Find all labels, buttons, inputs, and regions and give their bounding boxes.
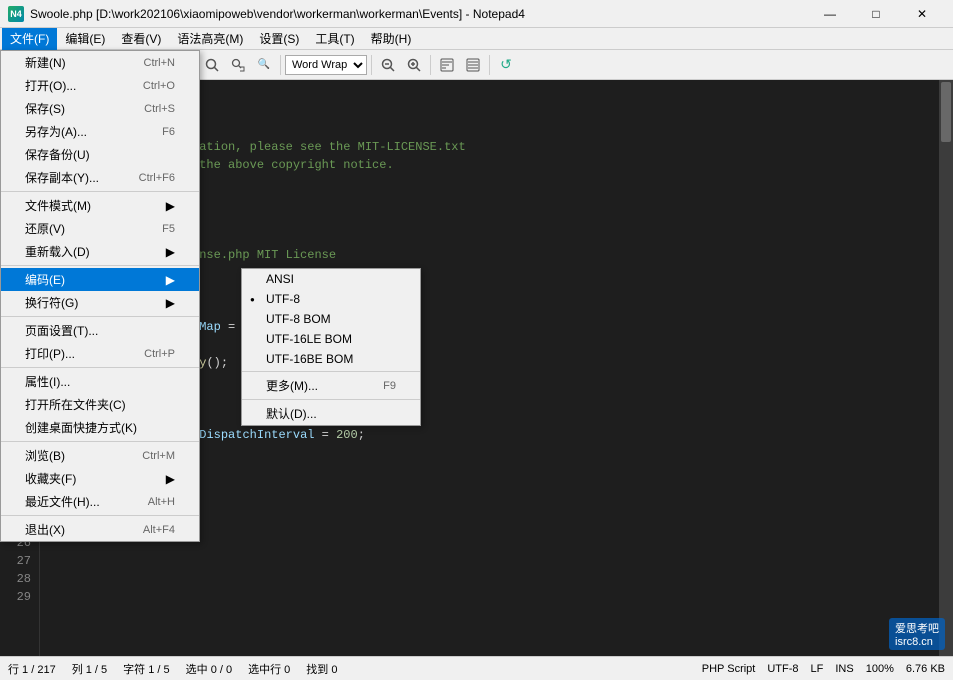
find-button[interactable] (200, 53, 224, 77)
close-button[interactable]: ✕ (899, 0, 945, 28)
minimize-button[interactable]: — (807, 0, 853, 28)
status-mode: INS (835, 663, 853, 675)
menu-bar: 文件(F) 编辑(E) 查看(V) 语法高亮(M) 设置(S) 工具(T) 帮助… (0, 28, 953, 50)
menu-lineending[interactable]: 换行符(G) ▶ (1, 291, 199, 314)
menu-filemode[interactable]: 文件模式(M) ▶ (1, 194, 199, 217)
menu-favorites[interactable]: 收藏夹(F) ▶ (1, 467, 199, 490)
menu-syntax[interactable]: 语法高亮(M) (169, 28, 251, 50)
menu-save[interactable]: 保存(S) Ctrl+S (1, 97, 199, 120)
status-column: 列 1 / 5 (72, 661, 107, 677)
app-icon: N4 (8, 6, 24, 22)
menu-tools[interactable]: 工具(T) (307, 28, 362, 50)
status-right: PHP Script UTF-8 LF INS 100% 6.76 KB (702, 663, 945, 675)
status-lineending: LF (811, 663, 824, 675)
word-wrap-combo[interactable]: Word Wrap (285, 55, 367, 75)
file-menu-dropdown: 新建(N) Ctrl+N 打开(O)... Ctrl+O 保存(S) Ctrl+… (0, 50, 200, 542)
toolbar-sep-6 (489, 55, 490, 75)
menu-exit[interactable]: 退出(X) Alt+F4 (1, 518, 199, 541)
status-current-line: 选中行 0 (248, 661, 290, 677)
sep-1 (1, 191, 199, 192)
scrollbar-thumb[interactable] (941, 82, 951, 142)
toolbar-sep-3 (280, 55, 281, 75)
menu-print[interactable]: 打印(P)... Ctrl+P (1, 342, 199, 365)
nav-next-button[interactable] (461, 53, 485, 77)
menu-file[interactable]: 文件(F) (2, 28, 57, 50)
maximize-button[interactable]: □ (853, 0, 899, 28)
status-zoom: 100% (866, 663, 894, 675)
status-selection: 选中 0 / 0 (186, 661, 232, 677)
menu-encoding[interactable]: 编码(E) ▶ (1, 268, 199, 291)
status-found: 找到 0 (306, 661, 337, 677)
enc-utf16be[interactable]: UTF-16BE BOM (242, 349, 420, 369)
toolbar-sep-5 (430, 55, 431, 75)
enc-utf8bom[interactable]: UTF-8 BOM (242, 309, 420, 329)
title-text: Swoole.php [D:\work202106\xiaomipoweb\ve… (30, 7, 807, 21)
enc-utf8[interactable]: ● UTF-8 (242, 289, 420, 309)
menu-new[interactable]: 新建(N) Ctrl+N (1, 51, 199, 74)
status-char: 字符 1 / 5 (123, 661, 169, 677)
status-bar: 行 1 / 217 列 1 / 5 字符 1 / 5 选中 0 / 0 选中行 … (0, 656, 953, 680)
sep-5 (1, 441, 199, 442)
enc-utf16le[interactable]: UTF-16LE BOM (242, 329, 420, 349)
sep-4 (1, 367, 199, 368)
menu-settings[interactable]: 设置(S) (251, 28, 307, 50)
menu-properties[interactable]: 属性(I)... (1, 370, 199, 393)
sep-3 (1, 316, 199, 317)
watermark-line2: isrc8.cn (895, 636, 939, 648)
menu-open[interactable]: 打开(O)... Ctrl+O (1, 74, 199, 97)
watermark: 爱思考吧 isrc8.cn (889, 618, 945, 650)
enc-sep-1 (242, 371, 420, 372)
vertical-scrollbar[interactable] (939, 80, 953, 656)
enc-default[interactable]: 默认(D)... (242, 402, 420, 425)
replace-button[interactable] (226, 53, 250, 77)
watermark-line1: 爱思考吧 (895, 620, 939, 636)
menu-pagesetup[interactable]: 页面设置(T)... (1, 319, 199, 342)
utf8-check: ● (250, 295, 255, 304)
menu-openfolder[interactable]: 打开所在文件夹(C) (1, 393, 199, 416)
findfile-button[interactable]: 🔍 (252, 53, 276, 77)
status-filetype: PHP Script (702, 663, 756, 675)
status-position: 行 1 / 217 (8, 661, 56, 677)
zoom-out-button[interactable] (376, 53, 400, 77)
menu-view[interactable]: 查看(V) (113, 28, 169, 50)
sep-6 (1, 515, 199, 516)
menu-edit[interactable]: 编辑(E) (57, 28, 113, 50)
status-encoding: UTF-8 (767, 663, 798, 675)
refresh-button[interactable]: ↺ (494, 53, 518, 77)
menu-recentfiles[interactable]: 最近文件(H)... Alt+H (1, 490, 199, 513)
nav-prev-button[interactable] (435, 53, 459, 77)
menu-help[interactable]: 帮助(H) (363, 28, 420, 50)
sep-2 (1, 265, 199, 266)
menu-savecopy[interactable]: 保存副本(Y)... Ctrl+F6 (1, 166, 199, 189)
enc-ansi[interactable]: ANSI (242, 269, 420, 289)
status-filesize: 6.76 KB (906, 663, 945, 675)
encoding-submenu: ANSI ● UTF-8 UTF-8 BOM UTF-16LE BOM UTF-… (241, 268, 421, 426)
title-bar: N4 Swoole.php [D:\work202106\xiaomipoweb… (0, 0, 953, 28)
zoom-in-button[interactable] (402, 53, 426, 77)
menu-savebackup[interactable]: 保存备份(U) (1, 143, 199, 166)
menu-browse[interactable]: 浏览(B) Ctrl+M (1, 444, 199, 467)
toolbar-sep-4 (371, 55, 372, 75)
enc-more[interactable]: 更多(M)... F9 (242, 374, 420, 397)
menu-saveas[interactable]: 另存为(A)... F6 (1, 120, 199, 143)
menu-revert[interactable]: 还原(V) F5 (1, 217, 199, 240)
enc-sep-2 (242, 399, 420, 400)
menu-createshortcut[interactable]: 创建桌面快捷方式(K) (1, 416, 199, 439)
menu-reload[interactable]: 重新载入(D) ▶ (1, 240, 199, 263)
